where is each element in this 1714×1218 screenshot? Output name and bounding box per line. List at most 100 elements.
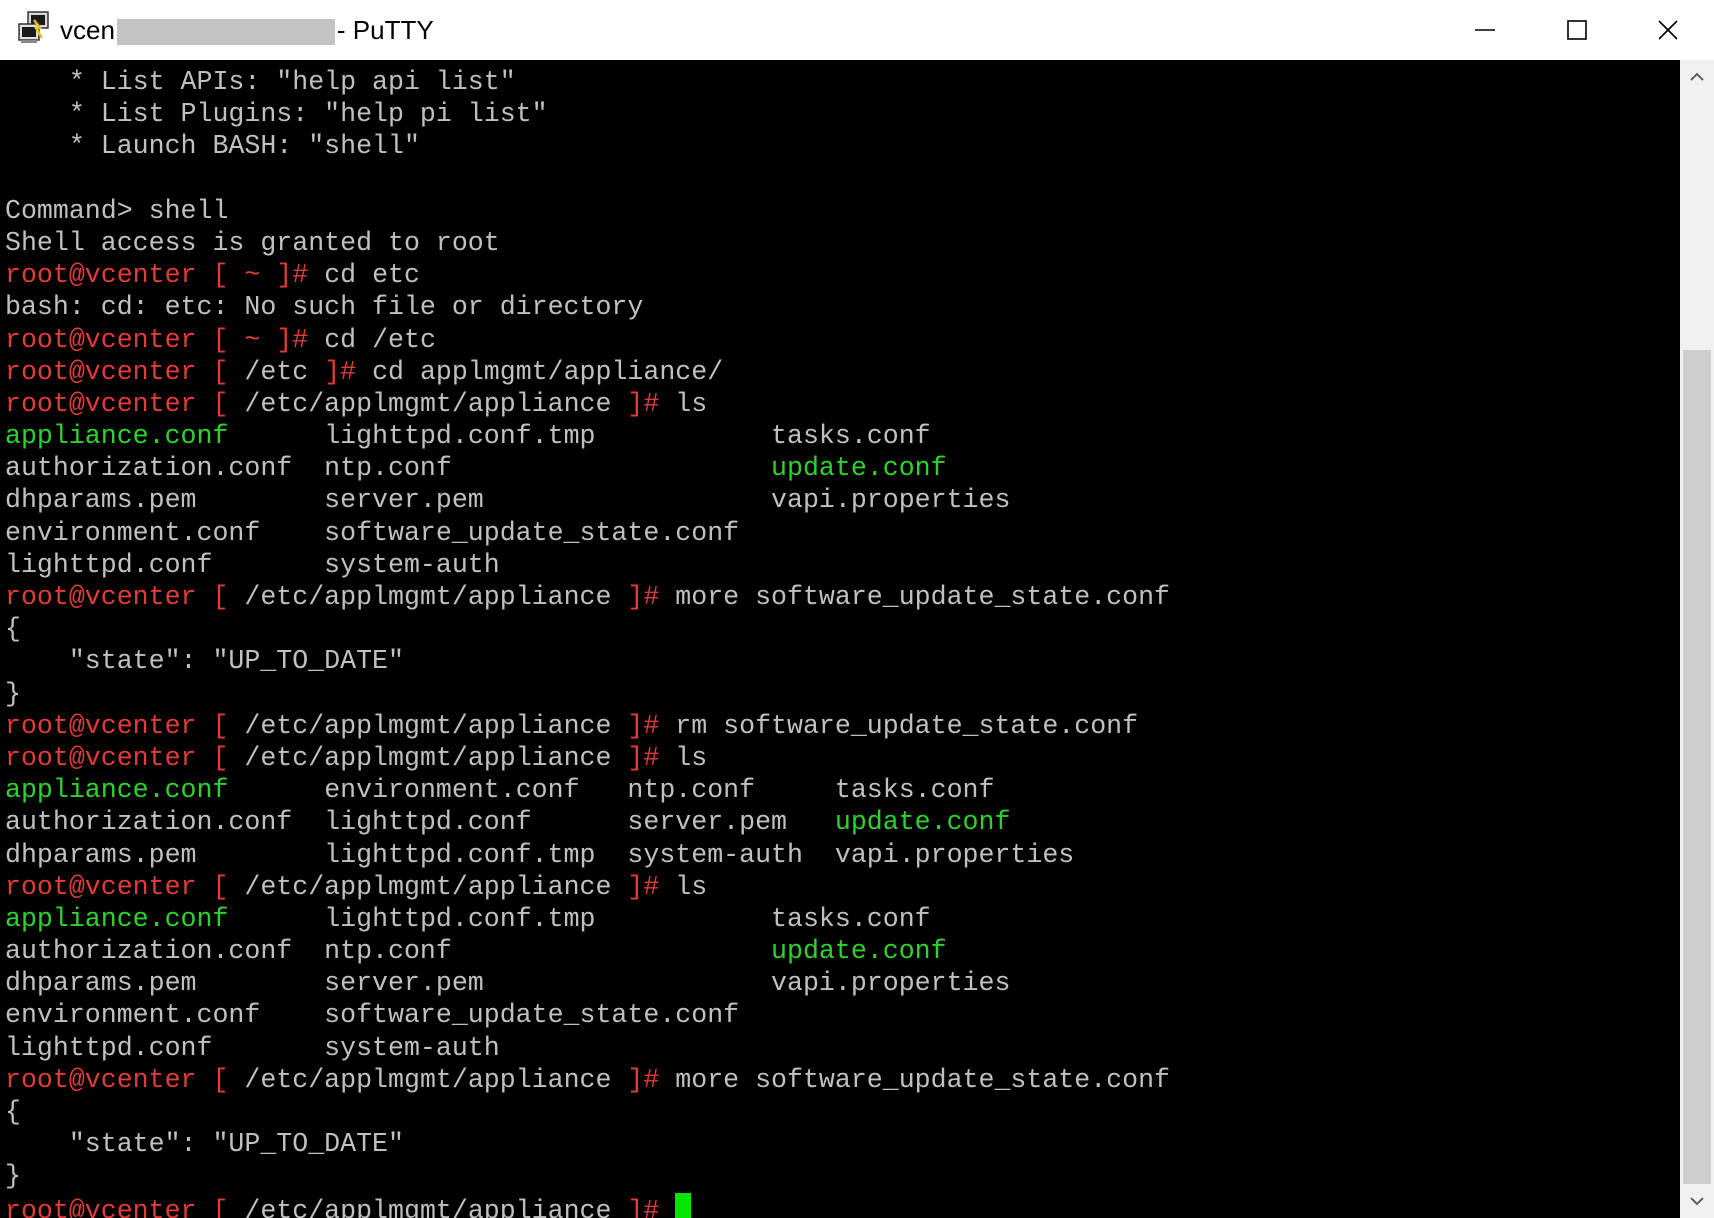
shell-prompt: root@vcenter [ (5, 356, 245, 387)
terminal-line: root@vcenter [ /etc/applmgmt/appliance ]… (5, 710, 1680, 742)
terminal-line: root@vcenter [ /etc/applmgmt/appliance ]… (5, 1192, 1680, 1218)
minimize-button[interactable] (1439, 0, 1531, 60)
terminal-text: environment.conf software_update_state.c… (5, 1000, 740, 1031)
terminal-line: bash: cd: etc: No such file or directory (5, 291, 1680, 323)
scroll-up-arrow-icon (1690, 72, 1704, 81)
terminal-line: root@vcenter [ /etc/applmgmt/appliance ]… (5, 1064, 1680, 1096)
putty-icon[interactable] (16, 10, 52, 46)
terminal-line: root@vcenter [ ~ ]# cd etc (5, 259, 1680, 291)
terminal-text: } (5, 678, 21, 709)
terminal-line: appliance.conf environment.conf ntp.conf… (5, 774, 1680, 806)
terminal-text: lighttpd.conf system-auth (5, 549, 500, 580)
terminal-text: ls (675, 871, 708, 902)
shell-prompt: ]# (611, 710, 676, 741)
terminal-text: * List Plugins: "help pi list" (5, 99, 548, 130)
terminal-text: cd etc (324, 260, 420, 291)
scroll-down-button[interactable] (1680, 1184, 1714, 1218)
vertical-scrollbar[interactable] (1680, 60, 1714, 1218)
terminal-text: /etc/applmgmt/appliance (244, 871, 612, 902)
terminal-text: } (5, 1161, 21, 1192)
file-name-highlighted: appliance.conf (5, 775, 229, 806)
shell-prompt: ]# (611, 1195, 676, 1218)
terminal-text: authorization.conf ntp.conf (5, 936, 772, 967)
maximize-icon (1567, 20, 1587, 40)
file-name-highlighted: update.conf (834, 807, 1011, 838)
terminal-line: authorization.conf ntp.conf update.conf (5, 452, 1680, 484)
shell-prompt: ]# (611, 742, 676, 773)
scrollbar-thumb[interactable] (1683, 350, 1711, 1184)
terminal-text: cd applmgmt/appliance/ (372, 356, 724, 387)
window-title-suffix: - PuTTY (336, 15, 434, 45)
terminal-line: "state": "UP_TO_DATE" (5, 1128, 1680, 1160)
terminal-line: { (5, 1096, 1680, 1128)
terminal-area[interactable]: * List APIs: "help api list" * List Plug… (0, 60, 1680, 1218)
file-name-highlighted: update.conf (771, 453, 947, 484)
terminal-text: /etc/applmgmt/appliance (244, 388, 612, 419)
terminal-line: lighttpd.conf system-auth (5, 549, 1680, 581)
shell-prompt: ]# (611, 871, 676, 902)
terminal-text: "state": "UP_TO_DATE" (5, 1129, 404, 1160)
terminal-line: dhparams.pem lighttpd.conf.tmp system-au… (5, 839, 1680, 871)
terminal-text: * List APIs: "help api list" (5, 67, 516, 97)
terminal-line: dhparams.pem server.pem vapi.properties (5, 967, 1680, 999)
close-button[interactable] (1622, 0, 1714, 60)
shell-prompt: root@vcenter [ (5, 871, 245, 902)
terminal-text: { (5, 614, 21, 645)
terminal-text: authorization.conf lighttpd.conf server.… (5, 807, 835, 838)
terminal-line: root@vcenter [ /etc/applmgmt/appliance ]… (5, 388, 1680, 420)
terminal-line: root@vcenter [ /etc ]# cd applmgmt/appli… (5, 356, 1680, 388)
terminal-cursor (675, 1192, 692, 1218)
close-icon (1658, 20, 1678, 40)
terminal-text: /etc/applmgmt/appliance (244, 1195, 612, 1218)
shell-prompt: root@vcenter [ (5, 388, 245, 419)
file-name-highlighted: appliance.conf (5, 421, 229, 452)
file-name-highlighted: appliance.conf (5, 903, 229, 934)
terminal-text: ls (675, 388, 708, 419)
title-bar[interactable]: vcen - PuTTY (0, 0, 1714, 60)
terminal-line: * Launch BASH: "shell" (5, 130, 1680, 162)
terminal-text: more software_update_state.conf (675, 1064, 1171, 1095)
minimize-icon (1475, 29, 1495, 31)
shell-prompt: ]# (611, 388, 676, 419)
terminal-line: authorization.conf ntp.conf update.conf (5, 935, 1680, 967)
terminal-text: rm software_update_state.conf (675, 710, 1139, 741)
terminal-text: environment.conf software_update_state.c… (5, 517, 740, 548)
terminal-text: Shell access is granted to root (5, 227, 500, 258)
terminal-line: * List APIs: "help api list" (5, 66, 1680, 98)
shell-prompt: root@vcenter [ (5, 1064, 245, 1095)
terminal-text: lighttpd.conf.tmp tasks.conf (228, 421, 931, 452)
terminal-text: bash: cd: etc: No such file or directory (5, 292, 644, 323)
terminal-line: environment.conf software_update_state.c… (5, 517, 1680, 549)
terminal-text: lighttpd.conf.tmp tasks.conf (228, 903, 931, 934)
terminal-line: } (5, 1160, 1680, 1192)
terminal-line: lighttpd.conf system-auth (5, 1032, 1680, 1064)
terminal-text: environment.conf ntp.conf tasks.conf (228, 775, 995, 806)
terminal-text: ls (675, 742, 708, 773)
window-title: vcen - PuTTY (60, 13, 434, 47)
shell-prompt: root@vcenter [ (5, 582, 245, 612)
terminal-text: /etc/applmgmt/appliance (244, 742, 612, 773)
terminal-line: { (5, 613, 1680, 645)
scroll-up-button[interactable] (1680, 60, 1714, 94)
shell-prompt: root@vcenter [ ~ ]# (5, 324, 325, 355)
terminal-line: authorization.conf lighttpd.conf server.… (5, 806, 1680, 838)
terminal-text: dhparams.pem lighttpd.conf.tmp system-au… (5, 839, 1075, 870)
terminal-line: Command> shell (5, 195, 1680, 227)
shell-prompt: root@vcenter [ (5, 1195, 245, 1218)
terminal-line: "state": "UP_TO_DATE" (5, 645, 1680, 677)
terminal-text: /etc/applmgmt/appliance (244, 1064, 612, 1095)
redacted-hostname (116, 19, 335, 46)
shell-prompt: ]# (611, 1064, 676, 1095)
terminal-line: root@vcenter [ /etc/applmgmt/appliance ]… (5, 581, 1680, 613)
terminal-text: "state": "UP_TO_DATE" (5, 646, 404, 677)
shell-prompt: ]# (611, 582, 676, 612)
shell-prompt: root@vcenter [ (5, 710, 245, 741)
terminal-line: appliance.conf lighttpd.conf.tmp tasks.c… (5, 903, 1680, 935)
shell-prompt: ]# (308, 356, 373, 387)
maximize-button[interactable] (1531, 0, 1623, 60)
terminal-line: dhparams.pem server.pem vapi.properties (5, 484, 1680, 516)
terminal-text: dhparams.pem server.pem vapi.properties (5, 968, 1011, 999)
window-title-prefix: vcen (60, 15, 115, 45)
terminal-line: } (5, 678, 1680, 710)
